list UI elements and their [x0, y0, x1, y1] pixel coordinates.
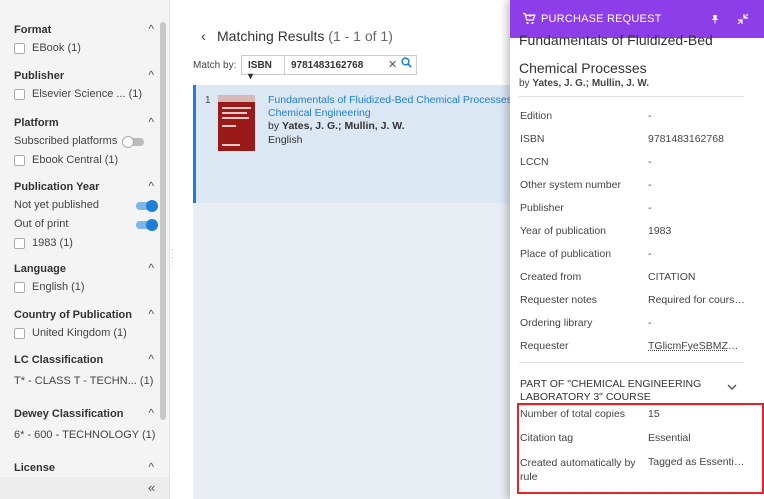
- out-of-print-toggle[interactable]: [136, 219, 158, 231]
- not-yet-published-toggle[interactable]: [136, 200, 158, 212]
- result-index: 1: [205, 95, 211, 106]
- course-detail-label: Number of total copies: [520, 408, 626, 420]
- chevron-up-icon[interactable]: ^: [148, 68, 154, 82]
- detail-label: LCCN: [520, 156, 549, 168]
- chevron-up-icon[interactable]: ^: [148, 460, 154, 474]
- detail-value[interactable]: TGlicmFyeSBMZWFy...: [648, 340, 748, 352]
- chevron-up-icon[interactable]: ^: [148, 179, 154, 193]
- facet-title: Publication Year: [14, 181, 100, 193]
- facet-option[interactable]: United Kingdom (1): [14, 326, 127, 340]
- detail-value: -: [648, 110, 652, 122]
- chevron-down-icon[interactable]: [727, 384, 737, 391]
- checkbox[interactable]: [14, 42, 25, 54]
- chevron-up-icon[interactable]: ^: [148, 261, 154, 275]
- detail-label: Other system number: [520, 179, 621, 191]
- chevron-up-icon[interactable]: ^: [148, 307, 154, 321]
- checkbox[interactable]: [14, 237, 25, 249]
- detail-value: -: [648, 156, 652, 168]
- pin-icon[interactable]: [710, 14, 720, 24]
- divider: [519, 362, 744, 363]
- detail-value: -: [648, 202, 652, 214]
- detail-value: -: [648, 317, 652, 329]
- purchase-request-drawer: PURCHASE REQUEST Fundamentals of Fluidiz…: [510, 0, 764, 499]
- double-chevron-left-icon[interactable]: «: [148, 480, 155, 495]
- facet-title: LC Classification: [14, 354, 104, 366]
- detail-label: Publisher: [520, 202, 564, 214]
- match-by-select[interactable]: ISBN ▾: [241, 55, 285, 82]
- back-chevron-icon[interactable]: ‹: [201, 28, 206, 45]
- minimize-icon[interactable]: [737, 13, 749, 25]
- page-title: Matching Results (1 - 1 of 1): [217, 28, 393, 44]
- checkbox[interactable]: [14, 88, 25, 100]
- detail-value: Required for course C...: [648, 294, 748, 306]
- checkbox[interactable]: [14, 327, 25, 339]
- chevron-up-icon[interactable]: ^: [148, 352, 154, 366]
- detail-label: ISBN: [520, 133, 545, 145]
- result-language: English: [268, 134, 303, 146]
- checkbox[interactable]: [14, 154, 25, 166]
- toggle-row: Subscribed platforms: [14, 134, 169, 148]
- results-list: 1 Fundamentals of Fluidized-Bed Chemical…: [193, 85, 518, 499]
- detail-label: Requester: [520, 340, 569, 352]
- facet-sidebar: Format ^ EBook (1) Publisher ^ Elsevier …: [0, 0, 170, 499]
- result-authors: by Yates, J. G.; Mullin, J. W.: [268, 120, 405, 132]
- divider: [519, 96, 744, 97]
- detail-value: 9781483162768: [648, 133, 724, 145]
- detail-label: Edition: [520, 110, 553, 122]
- course-section-title: PART OF "CHEMICAL ENGINEERING LABORATORY…: [520, 378, 702, 403]
- chevron-up-icon[interactable]: ^: [148, 115, 154, 129]
- chevron-up-icon[interactable]: ^: [148, 22, 154, 36]
- facet-option[interactable]: Ebook Central (1): [14, 153, 118, 167]
- detail-value: -: [648, 248, 652, 260]
- facet-title: License: [14, 462, 55, 474]
- facet-title: Language: [14, 263, 66, 275]
- result-item[interactable]: 1 Fundamentals of Fluidized-Bed Chemical…: [193, 85, 518, 203]
- detail-label: Created from: [520, 271, 582, 283]
- result-title-link[interactable]: Fundamentals of Fluidized-Bed Chemical P…: [268, 94, 518, 120]
- book-title: Chemical Processes: [519, 60, 647, 76]
- facet-option[interactable]: T* - CLASS T - TECHN... (1): [14, 374, 153, 388]
- course-detail-label: Citation tag: [520, 432, 574, 444]
- resize-handle[interactable]: ·····: [171, 246, 174, 270]
- facet-title: Platform: [14, 117, 59, 129]
- book-title-partial: Fundamentals of Fluidized-Bed: [519, 32, 713, 48]
- course-detail-value: Tagged as Essential, I...: [648, 456, 748, 468]
- drawer-body: Fundamentals of Fluidized-Bed Chemical P…: [510, 32, 764, 499]
- divider: [519, 405, 744, 406]
- detail-label: Ordering library: [520, 317, 593, 329]
- subscribed-platforms-toggle[interactable]: [122, 136, 144, 148]
- checkbox[interactable]: [14, 281, 25, 293]
- sidebar-scrollbar[interactable]: [160, 22, 166, 420]
- toggle-row: Not yet published: [14, 198, 169, 212]
- search-icon[interactable]: [401, 57, 412, 68]
- course-detail-value: 15: [648, 408, 660, 420]
- cart-icon: [523, 12, 536, 25]
- book-byline: by Yates, J. G.; Mullin, J. W.: [519, 78, 650, 89]
- toggle-row: Out of print: [14, 217, 169, 231]
- detail-value: 1983: [648, 225, 672, 237]
- detail-value: -: [648, 179, 652, 191]
- clear-icon[interactable]: ✕: [388, 58, 397, 71]
- course-detail-value: Essential: [648, 432, 691, 444]
- facet-option[interactable]: 6* - 600 - TECHNOLOGY (1): [14, 428, 155, 442]
- facet-title: Dewey Classification: [14, 408, 124, 420]
- chevron-up-icon[interactable]: ^: [148, 406, 154, 420]
- detail-value: CITATION: [648, 271, 696, 283]
- facet-option[interactable]: 1983 (1): [14, 236, 73, 250]
- facet-option[interactable]: English (1): [14, 280, 85, 294]
- match-by-label: Match by:: [193, 60, 237, 71]
- detail-label: Year of publication: [520, 225, 607, 237]
- book-cover: [218, 95, 255, 151]
- facet-option[interactable]: Elsevier Science ... (1): [14, 87, 142, 101]
- facet-title: Publisher: [14, 70, 65, 82]
- results-count: (1 - 1 of 1): [328, 28, 393, 44]
- sidebar-collapse-bar: «: [0, 477, 169, 499]
- facet-title: Country of Publication: [14, 309, 132, 321]
- drawer-title: PURCHASE REQUEST: [541, 13, 662, 25]
- detail-label: Place of publication: [520, 248, 612, 260]
- detail-label: Requester notes: [520, 294, 598, 306]
- course-detail-label: Created automatically by rule: [520, 457, 636, 483]
- facet-title: Format: [14, 24, 52, 36]
- facet-option[interactable]: EBook (1): [14, 41, 81, 55]
